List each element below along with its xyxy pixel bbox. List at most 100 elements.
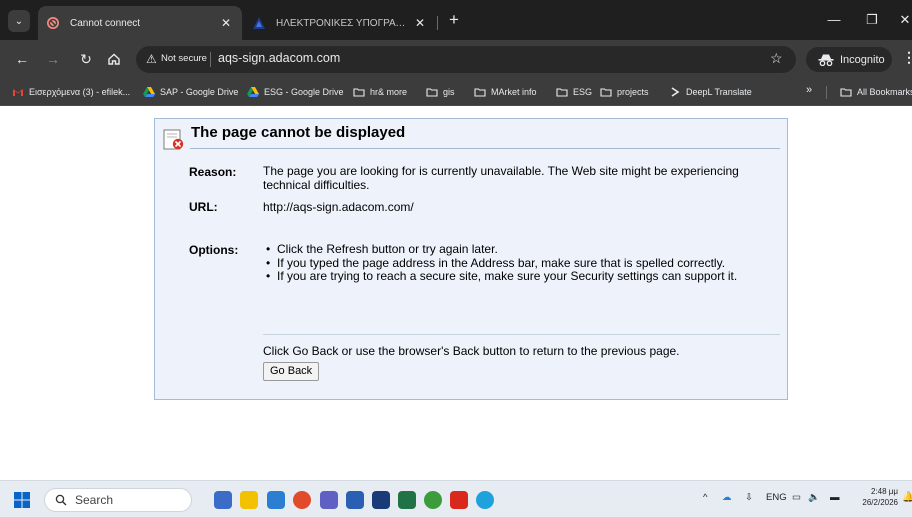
minimize-icon[interactable]: — xyxy=(824,12,844,30)
folder-icon xyxy=(426,88,438,97)
bookmark-label: projects xyxy=(617,87,649,97)
incognito-button[interactable]: Incognito xyxy=(806,47,892,72)
list-item: Click the Refresh button or try again la… xyxy=(263,242,768,257)
reason-text: The page you are looking for is currentl… xyxy=(263,164,739,192)
error-panel: The page cannot be displayed Reason: The… xyxy=(154,118,788,400)
teams-app-icon[interactable] xyxy=(320,491,338,509)
calculator-app-icon[interactable] xyxy=(372,491,390,509)
folder-icon xyxy=(474,88,486,97)
system-clock[interactable]: 2:48 μμ 26/2/2026 xyxy=(858,486,898,508)
more-menu-icon[interactable]: ⋮ xyxy=(902,49,912,66)
bookmark-gmail[interactable]: Εισερχόμενα (3) - efilek... xyxy=(12,84,130,100)
tab-electronic-signatures[interactable]: ΗΛΕΚΤΡΟΝΙΚΕΣ ΥΠΟΓΡΑΦΕΣ ✕ xyxy=(242,6,438,40)
reload-icon[interactable]: ↻ xyxy=(76,49,96,69)
battery-icon[interactable]: ▬ xyxy=(830,492,840,503)
tab-close-icon[interactable]: ✕ xyxy=(412,16,428,30)
list-item: If you typed the page address in the Add… xyxy=(263,256,768,271)
gmail-icon xyxy=(13,89,23,96)
home-icon[interactable] xyxy=(104,49,124,69)
list-item: If you are trying to reach a secure site… xyxy=(263,269,768,284)
clock-time: 2:48 μμ xyxy=(870,487,898,496)
acrobat-app-icon[interactable] xyxy=(450,491,468,509)
bookmark-label: Εισερχόμενα (3) - efilek... xyxy=(29,87,131,97)
taskbar-search-box[interactable]: Search xyxy=(44,488,192,512)
bookmark-folder-gis[interactable]: gis xyxy=(426,84,455,100)
new-tab-plus-icon[interactable]: + xyxy=(444,11,464,31)
bookmark-folder-market-info[interactable]: MArket info xyxy=(474,84,537,100)
browser-tab-bar: ⌄ Cannot connect ✕ ΗΛΕΚΤΡΟΝΙΚΕΣ ΥΠΟΓΡΑΦΕ… xyxy=(0,0,912,40)
error-favicon-icon xyxy=(47,17,59,29)
screen: ⌄ Cannot connect ✕ ΗΛΕΚΤΡΟΝΙΚΕΣ ΥΠΟΓΡΑΦΕ… xyxy=(0,0,912,517)
tab-title: ΗΛΕΚΤΡΟΝΙΚΕΣ ΥΠΟΓΡΑΦΕΣ xyxy=(276,17,412,29)
close-window-icon[interactable]: ✕ xyxy=(898,12,912,30)
bookmark-label: gis xyxy=(443,87,455,97)
green-app-icon[interactable] xyxy=(424,491,442,509)
bookmark-label: SAP - Google Drive xyxy=(160,87,239,97)
windows-start-icon[interactable] xyxy=(14,492,30,508)
security-status-chip[interactable]: Not secure xyxy=(161,53,207,64)
bookmark-deepl[interactable]: DeepL Translate xyxy=(669,84,752,100)
url-label: URL: xyxy=(189,200,218,214)
bookmark-star-icon[interactable]: ☆ xyxy=(770,50,783,67)
outlook-app-icon[interactable] xyxy=(214,491,232,509)
tab-title: Cannot connect xyxy=(70,17,141,29)
speaker-icon[interactable]: 🔈 xyxy=(808,492,820,503)
tab-search-chevron-icon[interactable]: ⌄ xyxy=(8,10,30,32)
bookmarks-bar: Εισερχόμενα (3) - efilek... SAP - Google… xyxy=(0,78,912,106)
bookmark-folder-projects[interactable]: projects xyxy=(600,84,649,100)
title-divider xyxy=(190,148,780,149)
folder-icon xyxy=(840,88,852,97)
file-explorer-icon[interactable] xyxy=(240,491,258,509)
bookmark-label: ESG - Google Drive xyxy=(264,87,344,97)
bookmark-esg-drive[interactable]: ESG - Google Drive xyxy=(247,84,344,100)
tray-chevron-icon[interactable]: ^ xyxy=(703,492,707,503)
restore-icon[interactable]: ❐ xyxy=(862,12,882,30)
excel-app-icon[interactable] xyxy=(398,491,416,509)
bookmark-sap-drive[interactable]: SAP - Google Drive xyxy=(143,84,238,100)
page-error-icon xyxy=(163,129,184,150)
windows-taskbar: Search ^ ☁ ⇩ ENG ▭ 🔈 ▬ 2:48 μμ 26/2/2026… xyxy=(0,480,912,517)
tab-separator xyxy=(437,16,438,30)
folder-icon xyxy=(556,88,568,97)
bookmarks-overflow-chevron-icon[interactable]: » xyxy=(806,84,812,96)
notifications-bell-icon[interactable]: 🔔 xyxy=(902,492,912,503)
word-app-icon[interactable] xyxy=(346,491,364,509)
page-content: The page cannot be displayed Reason: The… xyxy=(0,106,912,480)
all-bookmarks-button[interactable]: All Bookmarks xyxy=(840,84,912,100)
back-arrow-icon[interactable]: ← xyxy=(12,49,32,69)
chrome-app-icon[interactable] xyxy=(293,491,311,509)
forward-arrow-icon[interactable]: → xyxy=(43,49,63,69)
usb-icon[interactable]: ⇩ xyxy=(745,492,753,503)
onedrive-icon[interactable]: ☁ xyxy=(722,492,732,503)
bookmark-label: ESG xyxy=(573,87,593,97)
edge-browser-icon[interactable] xyxy=(476,491,494,509)
reason-label: Reason: xyxy=(189,165,237,179)
address-bar[interactable]: ⚠ Not secure aqs-sign.adacom.com ☆ xyxy=(136,46,796,73)
incognito-icon xyxy=(818,54,834,66)
clock-date: 26/2/2026 xyxy=(862,498,898,507)
url-text[interactable]: aqs-sign.adacom.com xyxy=(218,51,340,65)
bookmark-label: All Bookmarks xyxy=(857,87,912,97)
incognito-label: Incognito xyxy=(840,53,885,66)
search-icon xyxy=(55,494,67,506)
options-list: Click the Refresh button or try again la… xyxy=(263,242,768,284)
back-instructions: Click Go Back or use the browser's Back … xyxy=(263,344,680,358)
browser-toolbar: ← → ↻ ⚠ Not secure aqs-sign.adacom.com ☆… xyxy=(0,40,912,78)
bookmark-folder-esg[interactable]: ESG xyxy=(556,84,592,100)
warning-triangle-icon[interactable]: ⚠ xyxy=(146,52,157,66)
go-back-button[interactable]: Go Back xyxy=(263,362,320,381)
folder-icon xyxy=(600,88,612,97)
tab-cannot-connect[interactable]: Cannot connect ✕ xyxy=(38,6,242,40)
bookmark-label: DeepL Translate xyxy=(686,87,752,97)
bookmarks-separator xyxy=(826,86,827,99)
language-indicator[interactable]: ENG xyxy=(766,492,787,503)
microsoft-edge-icon[interactable] xyxy=(267,491,285,509)
bookmark-folder-hr[interactable]: hr& more xyxy=(353,84,407,100)
google-drive-icon xyxy=(143,87,155,97)
bookmark-label: hr& more xyxy=(370,87,408,97)
network-icon[interactable]: ▭ xyxy=(792,492,801,503)
options-divider xyxy=(263,334,780,335)
address-divider xyxy=(210,52,211,67)
tab-close-icon[interactable]: ✕ xyxy=(218,16,234,30)
url-value: http://aqs-sign.adacom.com/ xyxy=(263,200,414,214)
